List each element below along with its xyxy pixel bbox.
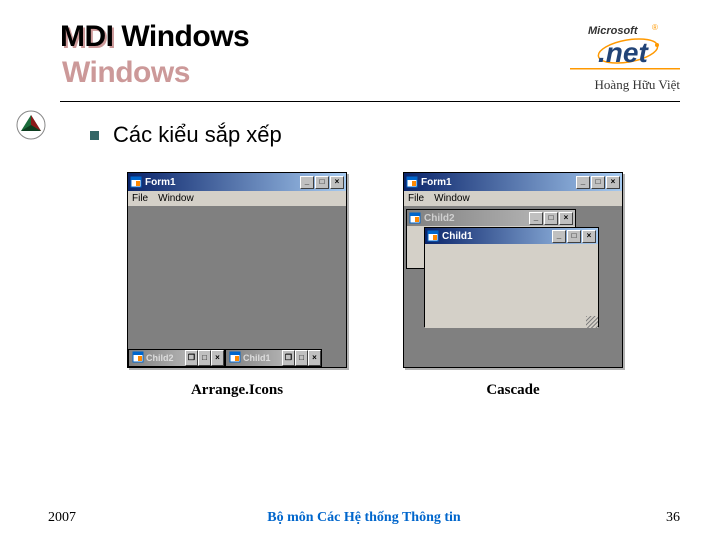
square-bullet-icon xyxy=(90,131,99,140)
footer-center: Bộ môn Các Hệ thống Thông tin xyxy=(108,510,620,526)
svg-text:®: ® xyxy=(652,23,658,32)
titlebar-form1-arrange[interactable]: Form1 _ □ × xyxy=(128,173,346,191)
form-icon xyxy=(427,230,439,242)
form-icon xyxy=(130,176,142,188)
child1-title: Child1 xyxy=(442,231,552,242)
maximize-button[interactable]: □ xyxy=(591,176,605,189)
minimized-child2[interactable]: Child2 ❐ □ × xyxy=(128,349,225,367)
svg-text:Microsoft: Microsoft xyxy=(588,25,639,37)
menubar: File Window xyxy=(128,191,346,207)
restore-button[interactable]: ❐ xyxy=(282,350,295,366)
min-child2-label: Child2 xyxy=(146,353,174,363)
resize-grip-icon[interactable] xyxy=(610,355,622,367)
close-button[interactable]: × xyxy=(211,350,224,366)
dotnet-logo: Microsoft ® .net xyxy=(570,20,680,75)
child-window-child1[interactable]: Child1 _ □ × xyxy=(424,227,599,327)
minimize-button[interactable]: _ xyxy=(552,230,566,243)
close-button[interactable]: × xyxy=(606,176,620,189)
menu-file[interactable]: File xyxy=(408,193,424,204)
footer-year: 2007 xyxy=(48,510,108,526)
restore-button[interactable]: ❐ xyxy=(185,350,198,366)
close-button[interactable]: × xyxy=(559,212,573,225)
minimize-button[interactable]: _ xyxy=(300,176,314,189)
menubar: File Window xyxy=(404,191,622,207)
maximize-button[interactable]: □ xyxy=(567,230,581,243)
mdi-arrangeicons-window: Form1 _ □ × File Window xyxy=(127,172,347,368)
menu-window[interactable]: Window xyxy=(434,193,470,204)
minimize-button[interactable]: _ xyxy=(576,176,590,189)
child2-title: Child2 xyxy=(424,213,529,224)
svg-text:.net: .net xyxy=(598,37,649,68)
mdi-client-area-cascade: Child2 _ □ × xyxy=(404,207,622,367)
resize-grip-icon[interactable] xyxy=(334,355,346,367)
menu-window[interactable]: Window xyxy=(158,193,194,204)
header-divider xyxy=(60,101,680,102)
minimize-button[interactable]: _ xyxy=(529,212,543,225)
maximize-button[interactable]: □ xyxy=(295,350,308,366)
close-button[interactable]: × xyxy=(308,350,321,366)
maximize-button[interactable]: □ xyxy=(315,176,329,189)
footer-page: 36 xyxy=(620,510,680,526)
slide-title: MDI Windows xyxy=(60,20,249,54)
author-name: Hoàng Hữu Việt xyxy=(570,77,680,93)
menu-file[interactable]: File xyxy=(132,193,148,204)
mdi-client-area-arrange: Child2 ❐ □ × xyxy=(128,207,346,367)
close-button[interactable]: × xyxy=(582,230,596,243)
form-icon xyxy=(409,212,421,224)
bullet-text-1: Các kiểu sắp xếp xyxy=(113,122,282,148)
close-button[interactable]: × xyxy=(330,176,344,189)
titlebar-title: Form1 xyxy=(421,177,576,188)
form-icon xyxy=(406,176,418,188)
maximize-button[interactable]: □ xyxy=(544,212,558,225)
min-child1-label: Child1 xyxy=(243,353,271,363)
maximize-button[interactable]: □ xyxy=(198,350,211,366)
caption-arrangeicons: Arrange.Icons xyxy=(191,382,283,399)
form-icon xyxy=(229,351,241,365)
caption-cascade: Cascade xyxy=(486,382,539,399)
resize-grip-icon[interactable] xyxy=(586,316,598,328)
titlebar-form1-cascade[interactable]: Form1 _ □ × xyxy=(404,173,622,191)
titlebar-title: Form1 xyxy=(145,177,300,188)
mdi-cascade-window: Form1 _ □ × File Window xyxy=(403,172,623,368)
form-icon xyxy=(132,351,144,365)
triangle-icon xyxy=(16,110,46,140)
minimized-child1[interactable]: Child1 ❐ □ × xyxy=(225,349,322,367)
